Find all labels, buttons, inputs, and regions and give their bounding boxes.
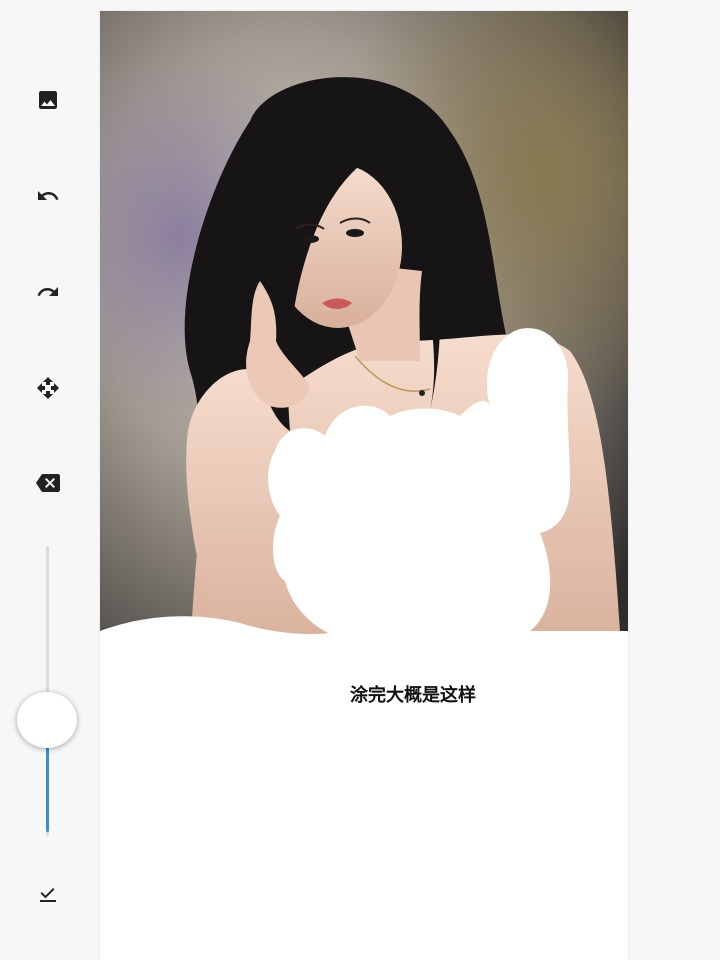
redo-button[interactable] xyxy=(28,272,68,312)
brush-size-slider[interactable] xyxy=(17,546,77,836)
done-icon xyxy=(40,888,56,902)
tool-sidebar xyxy=(0,0,96,960)
photo xyxy=(100,11,628,651)
move-icon xyxy=(37,377,59,399)
clear-icon xyxy=(36,474,60,492)
undo-icon xyxy=(38,191,59,200)
paint-canvas[interactable]: 涂完大概是这样 xyxy=(100,11,628,960)
undo-button[interactable] xyxy=(28,176,68,216)
slider-thumb[interactable] xyxy=(17,692,77,748)
caption-text: 涂完大概是这样 xyxy=(350,685,476,706)
move-button[interactable] xyxy=(28,368,68,408)
image-icon xyxy=(39,91,57,109)
image-button[interactable] xyxy=(28,80,68,120)
redo-icon xyxy=(37,287,58,296)
clear-button[interactable] xyxy=(28,463,68,503)
done-button[interactable] xyxy=(28,876,68,916)
